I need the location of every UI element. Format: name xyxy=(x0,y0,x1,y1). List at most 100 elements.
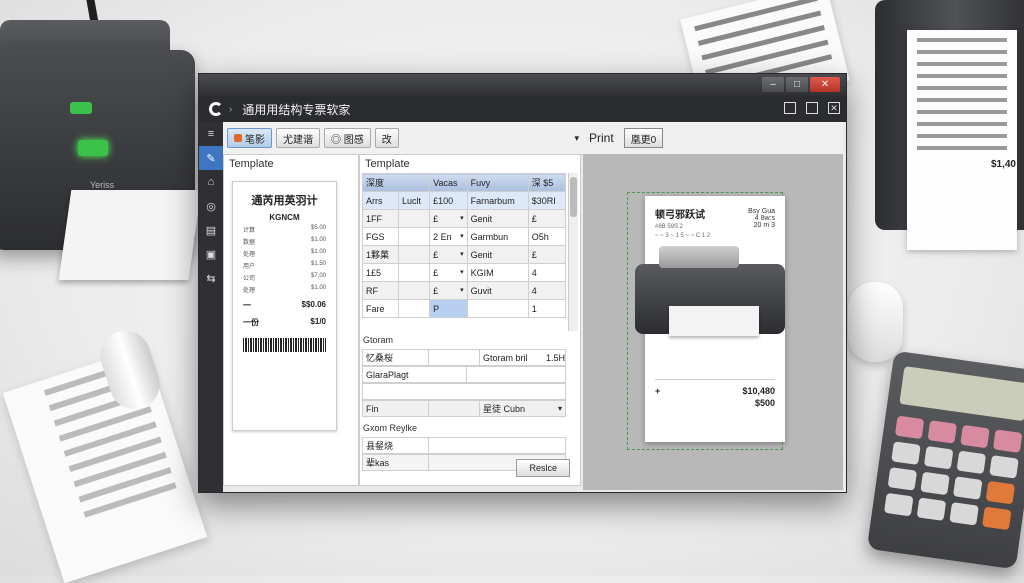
form-value: 星徒 Cubn xyxy=(483,404,526,414)
table-row[interactable]: 1FF £ ▾ Genit £ xyxy=(362,209,567,228)
table-row[interactable]: 1夥菓 £ ▾ Genit £ xyxy=(362,245,567,264)
vertical-scrollbar[interactable] xyxy=(568,173,578,331)
table-cell[interactable]: £ xyxy=(527,245,567,264)
table-cell[interactable] xyxy=(397,299,431,318)
menu-icon[interactable]: ≡ xyxy=(199,122,223,146)
chevron-down-icon[interactable]: ▾ xyxy=(555,404,565,413)
table-row[interactable]: FGS 2 En ▾ Garmbun O5h xyxy=(362,227,567,246)
table-cell[interactable]: Genit xyxy=(466,245,529,264)
table-cell[interactable]: £ ▾ xyxy=(429,263,468,282)
table-cell[interactable]: Arrs xyxy=(362,191,399,210)
form-row[interactable]: 忆桑桜 Gtoram bril 1.5H xyxy=(362,349,566,366)
table-cell[interactable]: P xyxy=(429,299,468,318)
table-cell[interactable]: Guvit xyxy=(466,281,529,300)
document-icon[interactable]: ▣ xyxy=(199,242,223,266)
target-icon[interactable]: ◎ xyxy=(199,194,223,218)
close-icon[interactable]: ✕ xyxy=(828,102,840,114)
preview-page-side-info: Bsy Gua 4 8w:s 20 m 3 xyxy=(748,208,775,229)
table-row[interactable]: RF £ ▾ Guvit 4 xyxy=(362,281,567,300)
toolbar-button-label: 笔影 xyxy=(245,134,265,146)
receipt-total-text: $1,40 xyxy=(990,159,1016,170)
chevron-down-icon[interactable]: ▾ xyxy=(460,214,464,222)
template-thumbnail-panel: Template 通芮用英羽计 KGNCM 计算 $5.00 数据 $1.00 处理 $1… xyxy=(223,154,359,486)
column-header[interactable]: 深度 xyxy=(361,173,431,192)
table-cell[interactable] xyxy=(397,245,431,264)
table-cell[interactable]: RF xyxy=(362,281,399,300)
table-row[interactable]: Arrs Luclt £100 Farnarbum $30RI xyxy=(362,191,567,210)
table-cell[interactable]: £ ▾ xyxy=(429,245,468,264)
table-cell[interactable] xyxy=(397,209,431,228)
edit-icon[interactable]: ✎ xyxy=(199,146,223,170)
chevron-down-icon[interactable]: ▾ xyxy=(460,268,464,276)
swap-icon[interactable]: ⇆ xyxy=(199,266,223,290)
table-cell[interactable]: £ ▾ xyxy=(429,209,468,228)
form-row[interactable] xyxy=(362,383,566,400)
table-cell[interactable] xyxy=(397,227,431,246)
table-cell[interactable]: Farnarbum xyxy=(466,191,529,210)
table-row[interactable]: 1£5 £ ▾ KGIM 4 xyxy=(362,263,567,282)
table-cell[interactable]: 1FF xyxy=(362,209,399,228)
close-button[interactable]: ✕ xyxy=(810,77,840,92)
table-cell[interactable]: 1£5 xyxy=(362,263,399,282)
toolbar-button-primary[interactable]: 笔影 xyxy=(227,128,272,148)
receipt-sub-row: 一份 $1/0 xyxy=(243,317,326,328)
table-cell[interactable]: Garmbun xyxy=(466,227,529,246)
table-cell[interactable]: 2 En ▾ xyxy=(429,227,468,246)
printer-paper-tray xyxy=(58,190,202,280)
table-cell[interactable]: Fare xyxy=(362,299,399,318)
chevron-down-icon[interactable]: ▾ xyxy=(460,286,464,294)
toolbar-dropdown-icon[interactable]: ▾ xyxy=(574,133,579,144)
line-item-label: 处理 xyxy=(243,288,256,294)
toolbar-button[interactable]: 尤建谐 xyxy=(276,128,320,148)
receipt-line-item: 用户 $1.50 xyxy=(243,261,326,270)
table-cell[interactable]: £ xyxy=(527,209,567,228)
table-cell[interactable]: Genit xyxy=(466,209,529,228)
maximize-button[interactable]: □ xyxy=(786,77,808,92)
scrollbar-thumb[interactable] xyxy=(570,177,577,217)
line-item-value: $1.00 xyxy=(310,237,326,243)
table-cell[interactable] xyxy=(466,299,529,318)
tile-icon[interactable] xyxy=(806,102,818,114)
table-cell[interactable]: O5h xyxy=(527,227,567,246)
column-header[interactable]: Vacas xyxy=(429,173,468,192)
receipt-sub-value: $1/0 xyxy=(310,317,326,326)
table-cell[interactable]: 1夥菓 xyxy=(362,245,399,264)
restore-icon[interactable] xyxy=(784,102,796,114)
preview-action-button[interactable]: 凰更0 xyxy=(623,128,664,148)
column-header[interactable]: Fuvy xyxy=(466,173,529,192)
table-row[interactable]: Fare P 1 xyxy=(362,299,567,318)
desk-mouse xyxy=(848,282,903,362)
receipt-subtitle: KGNCM xyxy=(269,213,300,222)
receipt-sub-label: 一份 xyxy=(243,318,259,327)
column-header[interactable]: 深 $5 xyxy=(527,173,567,192)
table-cell[interactable]: 4 xyxy=(527,281,567,300)
list-icon[interactable]: ▤ xyxy=(199,218,223,242)
side-info-line: 4 8w:s xyxy=(754,215,775,222)
table-cell[interactable]: 4 xyxy=(527,263,567,282)
form-row-dropdown[interactable]: Fin 星徒 Cubn ▾ xyxy=(362,400,566,417)
table-cell[interactable]: 1 xyxy=(527,299,567,318)
toolbar-button[interactable]: ◎ 图感 xyxy=(324,128,371,148)
table-cell[interactable] xyxy=(397,281,431,300)
table-cell[interactable]: FGS xyxy=(362,227,399,246)
divider xyxy=(655,379,775,380)
table-cell[interactable]: KGIM xyxy=(466,263,529,282)
table-cell[interactable]: Luclt xyxy=(397,191,431,210)
toolbar-button[interactable]: 改 xyxy=(374,128,399,148)
table-cell[interactable]: £ ▾ xyxy=(429,281,468,300)
chevron-down-icon[interactable]: ▾ xyxy=(460,250,464,258)
form-row[interactable]: 县錖烧 xyxy=(362,437,566,454)
side-info-line: 20 m 3 xyxy=(753,222,775,229)
form-key: 辈kas xyxy=(363,455,429,470)
table-cell[interactable]: £100 xyxy=(429,191,468,210)
table-cell[interactable] xyxy=(397,263,431,282)
table-cell[interactable]: $30RI xyxy=(527,191,567,210)
home-icon[interactable]: ⌂ xyxy=(199,170,223,194)
form-row[interactable]: GlaraPlagt xyxy=(362,366,566,383)
chevron-down-icon[interactable]: ▾ xyxy=(460,232,464,240)
receipt-thumbnail[interactable]: 通芮用英羽计 KGNCM 计算 $5.00 数据 $1.00 处理 $1.00 用户 $1.5… xyxy=(232,181,337,431)
replace-button[interactable]: Reslce xyxy=(516,459,570,477)
panel-title: Template xyxy=(229,158,274,170)
minimize-button[interactable]: – xyxy=(762,77,784,92)
form-key: Fin xyxy=(363,401,429,416)
